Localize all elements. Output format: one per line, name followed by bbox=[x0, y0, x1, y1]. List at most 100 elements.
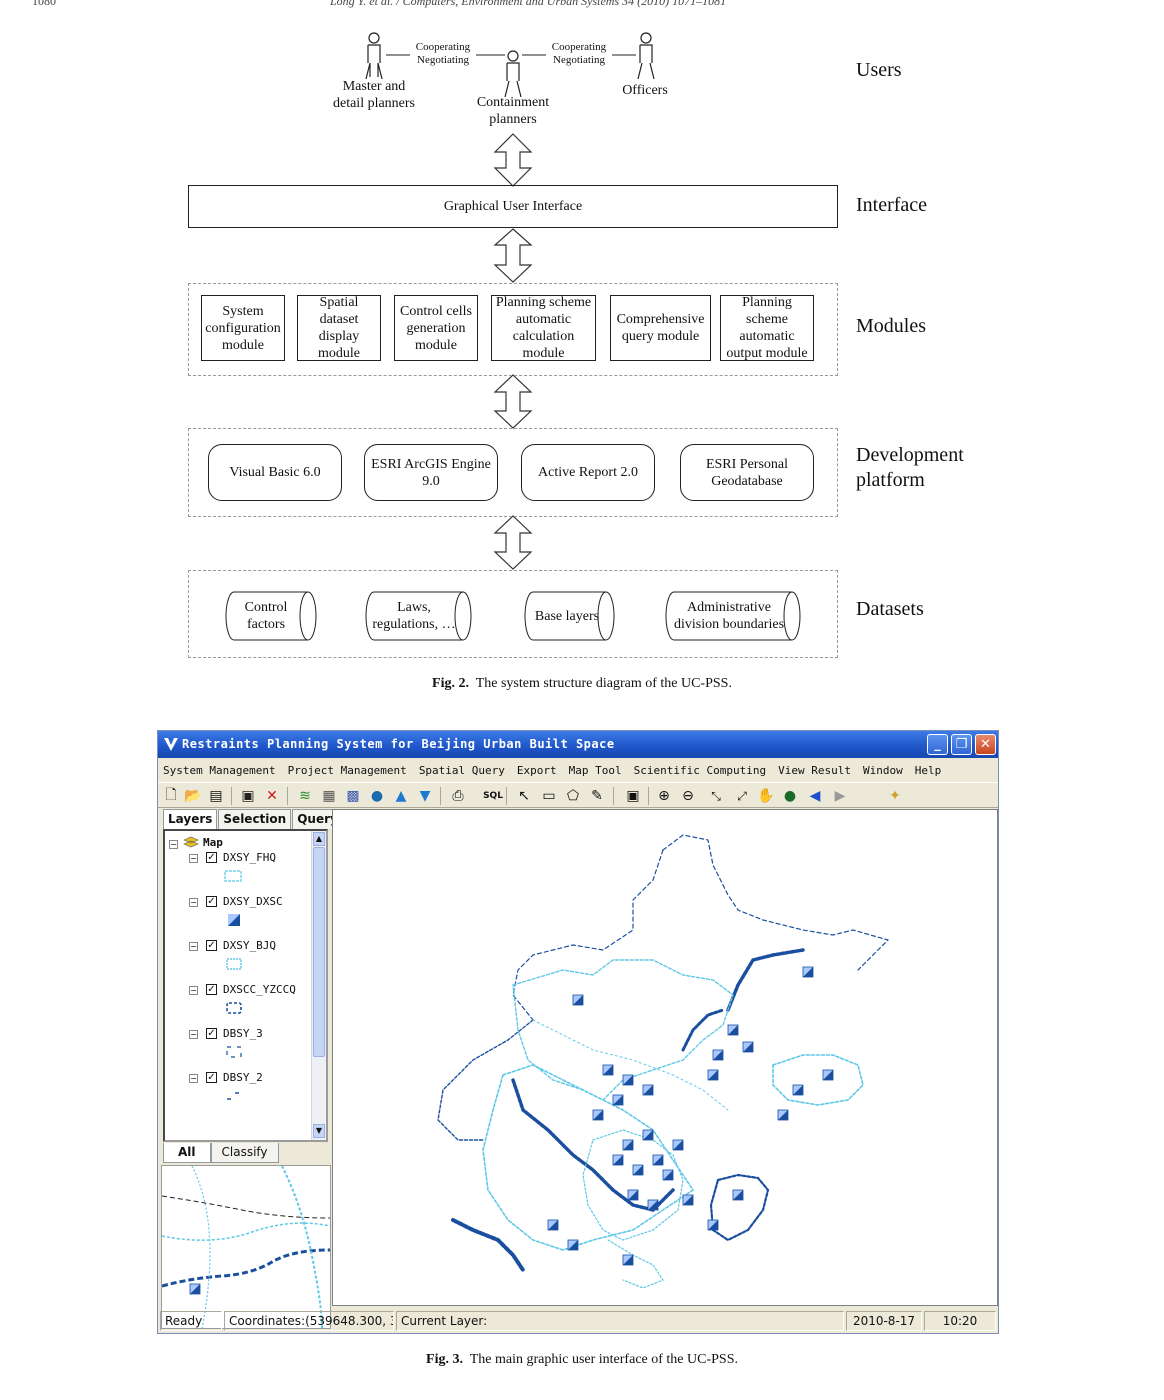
layer-title-interface: Interface bbox=[856, 194, 928, 216]
map-markers bbox=[547, 966, 834, 1266]
menu-help[interactable]: Help bbox=[915, 764, 942, 777]
toc-root-map[interactable]: Map bbox=[203, 836, 223, 849]
system-structure-diagram: Master and detail planners Containment p… bbox=[0, 0, 1164, 700]
toolbar-separator bbox=[506, 787, 507, 805]
scrollbar-thumb[interactable] bbox=[313, 847, 325, 1057]
add-layer-icon[interactable]: ≋ bbox=[295, 786, 315, 806]
tab-all[interactable]: All bbox=[163, 1143, 211, 1163]
toc-scrollbar[interactable]: ▲ ▼ bbox=[311, 831, 326, 1140]
layer-up-icon[interactable]: ▲ bbox=[391, 786, 411, 806]
full-extent-globe-icon[interactable]: ● bbox=[780, 786, 800, 806]
dataset-label: Base layers bbox=[534, 608, 600, 624]
scroll-up-icon[interactable]: ▲ bbox=[313, 832, 325, 846]
layer-visibility-checkbox[interactable]: ✓ bbox=[206, 896, 217, 907]
boundary-northwest bbox=[512, 849, 664, 1021]
print-icon[interactable]: ⎙ bbox=[448, 786, 468, 806]
tab-selection[interactable]: Selection bbox=[218, 809, 292, 829]
pan-hand-icon[interactable]: ✋ bbox=[756, 786, 776, 806]
platform-active-report: Active Report 2.0 bbox=[521, 444, 655, 501]
menu-export[interactable]: Export bbox=[517, 764, 557, 777]
layer-name[interactable]: DBSY_3 bbox=[223, 1027, 263, 1040]
map-view[interactable] bbox=[332, 809, 998, 1306]
actor-containment-planners: Containment planners bbox=[476, 95, 550, 127]
toolbar-separator bbox=[613, 787, 614, 805]
rectangle-tool-icon[interactable]: ▭ bbox=[539, 786, 559, 806]
tree-collapse-icon[interactable]: − bbox=[189, 942, 198, 951]
menu-window[interactable]: Window bbox=[863, 764, 903, 777]
panel-tabs: Layers Selection Query bbox=[163, 809, 344, 829]
polygon-tool-icon[interactable]: ⬠ bbox=[563, 786, 583, 806]
toolbar-separator bbox=[231, 787, 232, 805]
zoom-out-icon[interactable]: ⊖ bbox=[678, 786, 698, 806]
layer-name[interactable]: DBSY_2 bbox=[223, 1071, 263, 1084]
layer-visibility-checkbox[interactable]: ✓ bbox=[206, 1028, 217, 1039]
boundary-north bbox=[662, 834, 890, 971]
layer-down-icon[interactable]: ▼ bbox=[415, 786, 435, 806]
open-folder-icon[interactable]: 📂 bbox=[183, 786, 203, 806]
layer-name[interactable]: DXSY_FHQ bbox=[223, 851, 276, 864]
layer-visibility-checkbox[interactable]: ✓ bbox=[206, 984, 217, 995]
tree-collapse-icon[interactable]: − bbox=[189, 898, 198, 907]
title-bar[interactable]: Restraints Planning System for Beijing U… bbox=[158, 731, 998, 758]
menu-map-tool[interactable]: Map Tool bbox=[569, 764, 622, 777]
layer-symbol bbox=[227, 1092, 239, 1100]
status-date: 2010-8-17 bbox=[846, 1311, 922, 1331]
layer-name[interactable]: DXSY_DXSC bbox=[223, 895, 283, 908]
graphical-user-interface-box: Graphical User Interface bbox=[188, 185, 838, 228]
layer-visibility-checkbox[interactable]: ✓ bbox=[206, 1072, 217, 1083]
sql-query-icon[interactable]: SQL bbox=[483, 786, 503, 806]
window-title: Restraints Planning System for Beijing U… bbox=[182, 737, 615, 751]
overview-map[interactable] bbox=[161, 1165, 331, 1329]
new-file-icon[interactable]: 🗋 bbox=[161, 786, 181, 806]
module-control-cells-generation: Control cells generation module bbox=[394, 295, 478, 361]
dataset-control-factors: Control factors bbox=[224, 591, 317, 641]
save-map-icon[interactable]: ▣ bbox=[623, 786, 643, 806]
platform-arcgis-engine: ESRI ArcGIS Engine 9.0 bbox=[364, 444, 498, 501]
double-arrow-3 bbox=[493, 374, 533, 429]
zoom-in-icon[interactable]: ⊕ bbox=[654, 786, 674, 806]
scroll-down-icon[interactable]: ▼ bbox=[313, 1124, 325, 1138]
menu-system-management[interactable]: System Management bbox=[163, 764, 276, 777]
layer-visibility-checkbox[interactable]: ✓ bbox=[206, 852, 217, 863]
forward-arrow-icon[interactable]: ▶ bbox=[830, 786, 850, 806]
save-icon[interactable]: ▣ bbox=[238, 786, 258, 806]
dataset-label: Laws, regulations, … bbox=[372, 600, 456, 632]
grid-icon[interactable]: ▩ bbox=[343, 786, 363, 806]
back-arrow-icon[interactable]: ◀ bbox=[805, 786, 825, 806]
layer-name[interactable]: DXSY_BJQ bbox=[223, 939, 276, 952]
menu-view-result[interactable]: View Result bbox=[778, 764, 851, 777]
caption-label: Fig. 3. bbox=[426, 1352, 463, 1367]
tree-collapse-icon[interactable]: − bbox=[189, 986, 198, 995]
select-arrow-icon[interactable]: ↖ bbox=[514, 786, 534, 806]
restore-button[interactable]: ❐ bbox=[951, 734, 972, 755]
tab-classify[interactable]: Classify bbox=[210, 1143, 279, 1163]
edit-tool-icon[interactable]: ✎ bbox=[587, 786, 607, 806]
menu-spatial-query[interactable]: Spatial Query bbox=[419, 764, 505, 777]
identify-icon[interactable]: ✦ bbox=[885, 786, 905, 806]
menu-bar: System Management Project Management Spa… bbox=[158, 759, 998, 781]
close-button[interactable]: ✕ bbox=[975, 734, 996, 755]
layer-visibility-checkbox[interactable]: ✓ bbox=[206, 940, 217, 951]
layer-symbol bbox=[226, 1046, 242, 1058]
tree-collapse-icon[interactable]: − bbox=[189, 1030, 198, 1039]
tree-collapse-icon[interactable]: − bbox=[189, 1074, 198, 1083]
layer-name[interactable]: DXSCC_YZCCQ bbox=[223, 983, 296, 996]
module-comprehensive-query: Comprehensive query module bbox=[610, 295, 711, 361]
menu-project-management[interactable]: Project Management bbox=[288, 764, 407, 777]
link-label-right: Cooperating Negotiating bbox=[546, 41, 612, 67]
status-ready: Ready bbox=[160, 1311, 222, 1331]
tree-collapse-icon[interactable]: − bbox=[189, 854, 198, 863]
fixed-zoom-in-icon[interactable]: ⤡ bbox=[706, 786, 726, 806]
menu-scientific-computing[interactable]: Scientific Computing bbox=[634, 764, 766, 777]
fixed-zoom-out-icon[interactable]: ⤢ bbox=[732, 786, 752, 806]
tree-collapse-icon[interactable]: − bbox=[169, 840, 178, 849]
application-window: Restraints Planning System for Beijing U… bbox=[157, 730, 999, 1334]
database-icon[interactable]: ▦ bbox=[319, 786, 339, 806]
minimize-button[interactable]: _ bbox=[927, 734, 948, 755]
properties-icon[interactable]: ▤ bbox=[206, 786, 226, 806]
tab-layers[interactable]: Layers bbox=[163, 809, 218, 829]
globe-icon[interactable]: ● bbox=[367, 786, 387, 806]
delete-icon[interactable]: ✕ bbox=[262, 786, 282, 806]
left-panel: Layers Selection Query − Map − ✓ DXSY_FH… bbox=[160, 809, 343, 1329]
dataset-label: Control factors bbox=[244, 600, 288, 632]
